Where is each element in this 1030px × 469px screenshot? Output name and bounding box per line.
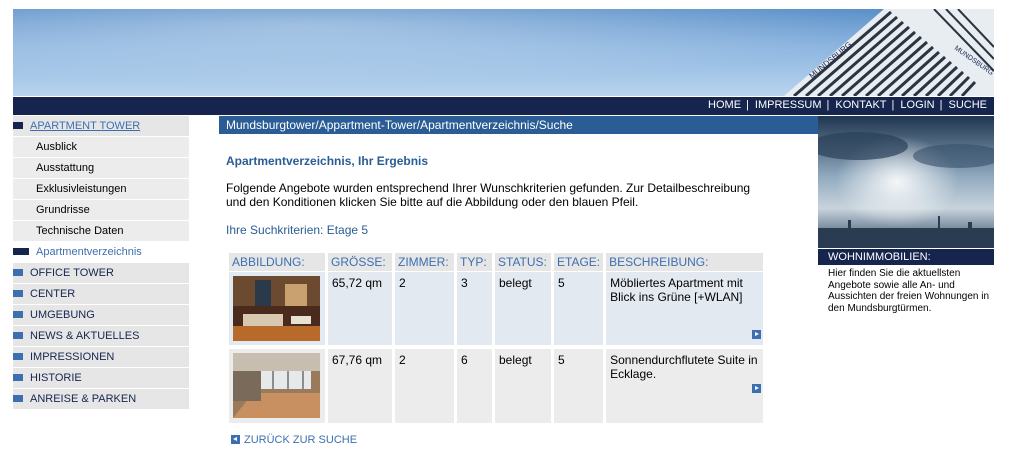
nav-label: Apartmentverzeichnis — [36, 246, 142, 258]
nav-center[interactable]: CENTER — [13, 284, 189, 304]
cell-status: belegt — [495, 272, 551, 345]
nav-label: OFFICE TOWER — [30, 267, 114, 279]
nav-label: ANREISE & PARKEN — [30, 393, 137, 405]
nav-label: NEWS & AKTUELLES — [30, 330, 140, 342]
bullet-square-icon — [13, 374, 23, 381]
cell-rooms: 2 — [395, 349, 454, 423]
nav-sub-ausstattung[interactable]: Ausstattung — [13, 158, 189, 178]
nav-suche-link[interactable]: SUCHE — [948, 99, 987, 111]
cell-rooms: 2 — [395, 272, 454, 345]
nav-separator: | — [939, 99, 943, 111]
col-groesse: GRÖSSE: — [328, 253, 392, 271]
left-navigation: APARTMENT TOWER Ausblick Ausstattung Exk… — [13, 116, 189, 410]
col-etage: ETAGE: — [554, 253, 604, 271]
cell-size: 65,72 qm — [328, 272, 392, 345]
col-zimmer: ZIMMER: — [395, 253, 454, 271]
sidebar-label: WOHNIMMOBILIEN: — [818, 249, 994, 265]
bullet-square-icon — [13, 311, 23, 318]
bullet-square-icon — [13, 290, 23, 297]
nav-label: Exklusivleistungen — [36, 183, 127, 195]
bullet-square-icon — [13, 332, 23, 339]
nav-label: Grundrisse — [36, 204, 90, 216]
description-text: Möbliertes Apartment mit Blick ins Grüne… — [610, 276, 743, 304]
nav-home-link[interactable]: HOME — [708, 99, 741, 111]
cell-image — [229, 272, 325, 345]
col-beschreibung: BESCHREIBUNG: — [606, 253, 764, 271]
bullet-square-icon — [13, 353, 23, 360]
breadcrumb-text: Mundsburgtower/Appartment-Tower/Apartmen… — [226, 118, 573, 132]
nav-umgebung[interactable]: UMGEBUNG — [13, 305, 189, 325]
apartment-photo[interactable] — [233, 276, 320, 341]
search-criteria: Ihre Suchkriterien: Etage 5 — [226, 223, 369, 237]
cell-status: belegt — [495, 349, 551, 423]
cell-type: 3 — [457, 272, 492, 345]
header-banner: MUNDSBURG MUNDSBURG — [13, 9, 994, 96]
back-label: ZURÜCK ZUR SUCHE — [244, 434, 358, 446]
back-to-search-link[interactable]: ZURÜCK ZUR SUCHE — [231, 434, 357, 446]
apartment-photo[interactable] — [233, 353, 320, 418]
cell-floor: 5 — [554, 272, 604, 345]
bullet-square-icon — [13, 122, 23, 129]
nav-historie[interactable]: HISTORIE — [13, 368, 189, 388]
nav-impressum-link[interactable]: IMPRESSUM — [755, 99, 822, 111]
nav-kontakt-link[interactable]: KONTAKT — [835, 99, 886, 111]
cell-size: 67,76 qm — [328, 349, 392, 423]
nav-label: IMPRESSIONEN — [30, 351, 115, 363]
intro-text: Folgende Angebote wurden entsprechend Ih… — [226, 181, 751, 209]
nav-apartment-tower[interactable]: APARTMENT TOWER — [13, 116, 189, 136]
col-typ: TYP: — [457, 253, 492, 271]
arrow-left-icon — [231, 435, 240, 444]
cell-image — [229, 349, 325, 423]
nav-label: Ausblick — [36, 141, 77, 153]
nav-label: Ausstattung — [36, 162, 95, 174]
col-status: STATUS: — [495, 253, 551, 271]
nav-sub-apartmentverzeichnis[interactable]: Apartmentverzeichnis — [13, 242, 189, 262]
nav-label: CENTER — [30, 288, 76, 300]
nav-sub-ausblick[interactable]: Ausblick — [13, 137, 189, 157]
nav-separator: | — [746, 99, 749, 111]
bullet-square-icon — [13, 269, 23, 276]
table-row: 65,72 qm 2 3 belegt 5 Möbliertes Apartme… — [229, 272, 764, 345]
results-table: ABBILDUNG: GRÖSSE: ZIMMER: TYP: STATUS: … — [226, 253, 766, 423]
nav-sub-grundrisse[interactable]: Grundrisse — [13, 200, 189, 220]
sidebar-label-text: WOHNIMMOBILIEN: — [828, 251, 931, 263]
sidebar-text: Hier finden Sie die aktuellsten Angebote… — [828, 268, 990, 314]
nav-label: HISTORIE — [30, 372, 82, 384]
table-row: 67,76 qm 2 6 belegt 5 Sonnendurchflutete… — [229, 349, 764, 423]
breadcrumb: Mundsburgtower/Appartment-Tower/Apartmen… — [219, 116, 818, 134]
col-abbildung: ABBILDUNG: — [229, 253, 325, 271]
nav-office-tower[interactable]: OFFICE TOWER — [13, 263, 189, 283]
cell-floor: 5 — [554, 349, 604, 423]
page-title: Apartmentverzeichnis, Ihr Ergebnis — [226, 154, 429, 168]
nav-separator: | — [826, 99, 830, 111]
cell-description: Möbliertes Apartment mit Blick ins Grüne… — [606, 272, 764, 345]
top-navigation: HOME | IMPRESSUM | KONTAKT | LOGIN | SUCHE — [13, 97, 994, 115]
nav-news[interactable]: NEWS & AKTUELLES — [13, 326, 189, 346]
nav-separator: | — [891, 99, 895, 111]
nav-label: APARTMENT TOWER — [30, 120, 141, 132]
tower-illustration: MUNDSBURG MUNDSBURG — [784, 9, 994, 96]
nav-anreise[interactable]: ANREISE & PARKEN — [13, 389, 189, 409]
arrow-right-icon[interactable] — [752, 384, 762, 393]
nav-impressionen[interactable]: IMPRESSIONEN — [13, 347, 189, 367]
nav-sub-technische-daten[interactable]: Technische Daten — [13, 221, 189, 241]
nav-sub-exklusivleistungen[interactable]: Exklusivleistungen — [13, 179, 189, 199]
skyline-photo — [818, 116, 994, 248]
cell-description: Sonnendurchflutete Suite in Ecklage. — [606, 349, 764, 423]
nav-login-link[interactable]: LOGIN — [900, 99, 934, 111]
nav-label: Technische Daten — [36, 225, 124, 237]
bullet-square-icon — [13, 248, 29, 255]
description-text: Sonnendurchflutete Suite in Ecklage. — [610, 353, 758, 381]
bullet-square-icon — [13, 395, 23, 402]
table-header-row: ABBILDUNG: GRÖSSE: ZIMMER: TYP: STATUS: … — [229, 253, 764, 271]
nav-label: UMGEBUNG — [30, 309, 95, 321]
cell-type: 6 — [457, 349, 492, 423]
arrow-right-icon[interactable] — [752, 330, 762, 339]
